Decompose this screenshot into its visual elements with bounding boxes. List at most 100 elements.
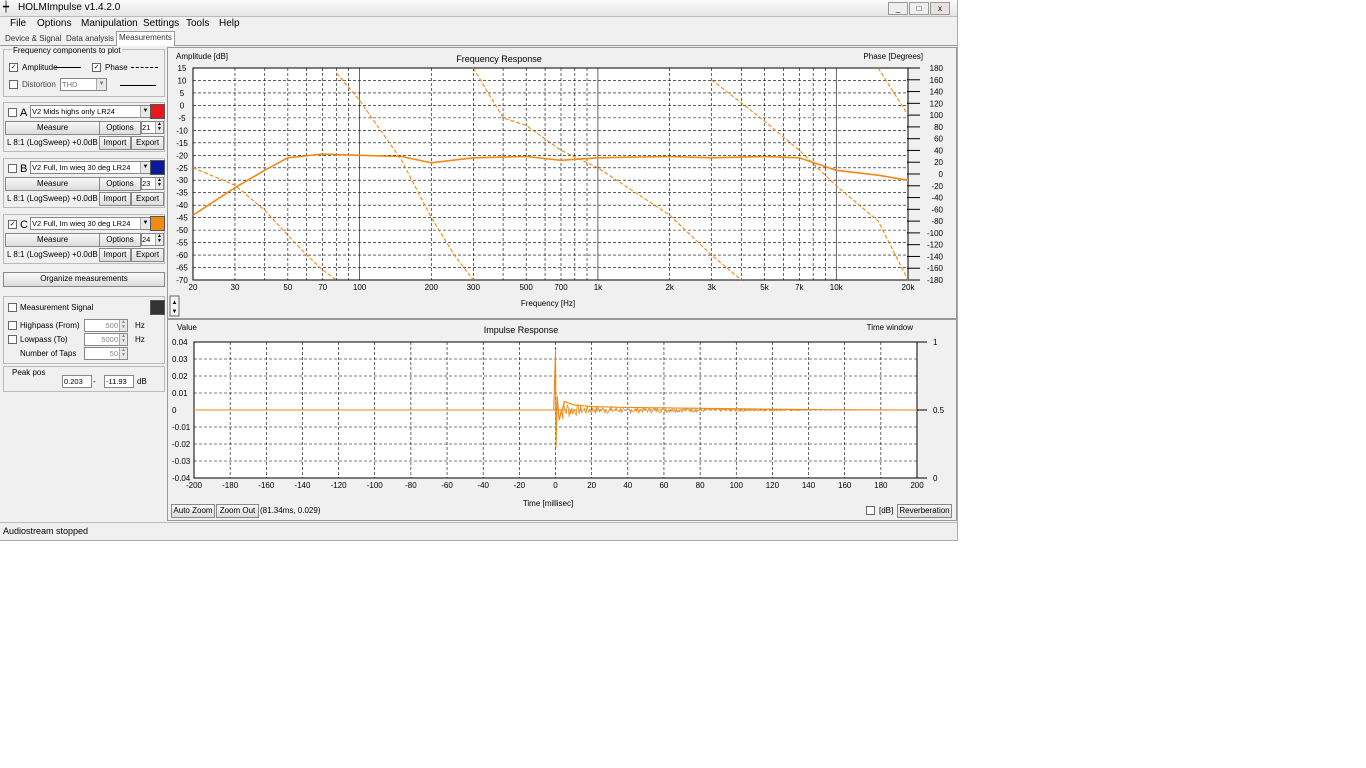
spinner-arrows-icon[interactable]: ▲ ▼ <box>119 348 127 359</box>
impulse-x-tick-label: 120 <box>766 481 780 490</box>
zoom-out-button[interactable]: Zoom Out <box>216 504 259 518</box>
menu-tools[interactable]: Tools <box>186 18 209 29</box>
import-b-button[interactable]: Import <box>99 192 131 206</box>
status-bar: Audiostream stopped <box>0 522 957 541</box>
amplitude-checkbox[interactable]: ✓ <box>9 63 18 72</box>
peak-dash: - <box>93 377 96 386</box>
measurement-c-color-swatch[interactable] <box>150 216 165 231</box>
frequency-components-label: Frequency components to plot <box>12 46 122 55</box>
options-a-button[interactable]: Options <box>99 121 141 135</box>
measurement-b-color-swatch[interactable] <box>150 160 165 175</box>
spinner-arrows-icon[interactable]: ▲ ▼ <box>155 178 163 189</box>
peak-db-field[interactable]: -11.93 <box>104 375 134 388</box>
menu-manipulation[interactable]: Manipulation <box>81 18 138 29</box>
import-c-button[interactable]: Import <box>99 248 131 262</box>
amplitude-tick-label: -30 <box>176 176 188 185</box>
measurement-c-group: ✓ C V2 Full, Im wieq 30 deg LR24 ▼ Measur… <box>3 214 165 264</box>
measure-b-button[interactable]: Measure <box>5 177 100 191</box>
impulse-response-chart[interactable]: -200 -180 -160 -140 -120 -100 -80 -60 -40 -20 0 20 4… <box>168 320 956 520</box>
distortion-checkbox[interactable] <box>9 80 18 89</box>
measurement-b-letter: B <box>20 163 28 175</box>
reverberation-button[interactable]: Reverberation <box>897 504 952 518</box>
measure-c-button[interactable]: Measure <box>5 233 100 247</box>
amplitude-tick-label: -70 <box>176 276 188 285</box>
value-tick-label: -0.04 <box>172 474 191 483</box>
phase-tick-label: -20 <box>931 182 943 191</box>
spinner-arrows-icon[interactable]: ▲ ▼ <box>155 234 163 245</box>
measurement-b-checkbox[interactable] <box>8 164 17 173</box>
menu-options[interactable]: Options <box>37 18 71 29</box>
impulse-x-tick-label: 180 <box>874 481 888 490</box>
frequency-x-tick-label: 70 <box>318 283 327 292</box>
amplitude-tick-label: -45 <box>176 214 188 223</box>
menu-settings[interactable]: Settings <box>143 18 179 29</box>
scroll-up-icon[interactable]: ▲ <box>172 300 178 306</box>
amplitude-line-sample <box>54 67 81 68</box>
menu-file[interactable]: File <box>10 18 26 29</box>
amplitude-tick-label: 10 <box>178 76 187 85</box>
options-b-button[interactable]: Options <box>99 177 141 191</box>
measurement-b-select[interactable]: V2 Full, Im wieq 30 deg LR24 ▼ <box>30 161 151 174</box>
measurement-c-letter: C <box>20 219 28 231</box>
lowpass-input[interactable]: 5000 ▲ ▼ <box>84 333 128 346</box>
scroll-down-icon[interactable]: ▼ <box>172 309 178 315</box>
tab-device-signal[interactable]: Device & Signal <box>3 33 63 45</box>
minimize-button[interactable]: _ <box>888 2 908 15</box>
measurement-c-checkbox[interactable]: ✓ <box>8 220 17 229</box>
impulse-x-tick-label: -140 <box>294 481 311 490</box>
options-c-button[interactable]: Options <box>99 233 141 247</box>
measurement-a-checkbox[interactable] <box>8 108 17 117</box>
phase-tick-label: 140 <box>930 88 944 97</box>
time-window-tick-label: 1 <box>933 338 938 347</box>
export-b-button[interactable]: Export <box>131 192 164 206</box>
measurement-c-select[interactable]: V2 Full, Im wieq 30 deg LR24 ▼ <box>30 217 151 230</box>
phase-tick-label: -120 <box>927 241 944 250</box>
phase-checkbox[interactable]: ✓ <box>92 63 101 72</box>
highpass-input[interactable]: 500 ▲ ▼ <box>84 319 128 332</box>
db-checkbox[interactable] <box>866 506 875 515</box>
close-button[interactable]: x <box>930 2 950 15</box>
time-window-axis-title: Time window <box>867 323 914 332</box>
distortion-value: THD <box>62 80 78 89</box>
distortion-line-sample <box>120 85 156 86</box>
measurement-signal-color-swatch[interactable] <box>150 300 165 315</box>
window-title: HOLMImpulse v1.4.2.0 <box>18 2 121 13</box>
impulse-x-tick-label: 20 <box>587 481 596 490</box>
measurement-signal-checkbox[interactable] <box>8 303 17 312</box>
spinner-arrows-icon[interactable]: ▲ ▼ <box>119 334 127 345</box>
amplitude-tick-label: -55 <box>176 239 188 248</box>
measurement-a-select[interactable]: V2 Mids highs only LR24 ▼ <box>30 105 151 118</box>
spinner-arrows-icon[interactable]: ▲ ▼ <box>119 320 127 331</box>
organize-measurements-button[interactable]: Organize measurements <box>3 272 165 287</box>
maximize-button[interactable]: □ <box>909 2 929 15</box>
lowpass-value: 5000 <box>101 335 118 344</box>
taps-input[interactable]: 50 ▲ ▼ <box>84 347 128 360</box>
import-a-button[interactable]: Import <box>99 136 131 150</box>
measurement-b-info: L 8:1 (LogSweep) +0.0dB <box>7 194 98 203</box>
phase-tick-label: -100 <box>927 229 944 238</box>
frequency-x-tick-label: 30 <box>231 283 240 292</box>
measurement-signal-label: Measurement Signal <box>20 303 94 312</box>
measure-a-button[interactable]: Measure <box>5 121 100 135</box>
value-tick-label: 0.02 <box>172 372 188 381</box>
tab-measurements[interactable]: Measurements <box>116 31 175 46</box>
highpass-checkbox[interactable] <box>8 321 17 330</box>
chevron-down-icon: ▼ <box>96 79 106 90</box>
measurement-c-number[interactable]: 24 ▲ ▼ <box>141 233 164 246</box>
measurement-b-number[interactable]: 23 ▲ ▼ <box>141 177 164 190</box>
menu-help[interactable]: Help <box>219 18 240 29</box>
spinner-arrows-icon[interactable]: ▲ ▼ <box>155 122 163 133</box>
export-a-button[interactable]: Export <box>131 136 164 150</box>
distortion-select[interactable]: THD ▼ <box>60 78 107 91</box>
measurement-a-number[interactable]: 21 ▲ ▼ <box>141 121 164 134</box>
lowpass-checkbox[interactable] <box>8 335 17 344</box>
auto-zoom-button[interactable]: Auto Zoom <box>171 504 215 518</box>
peak-time-field[interactable]: 0.203 <box>62 375 92 388</box>
amplitude-tick-label: -20 <box>176 151 188 160</box>
frequency-response-panel: 20 30 50 70 100 200 300 500 700 1k 2k 3k 5k 7k 10k 20k 1… <box>167 47 957 319</box>
measurement-a-color-swatch[interactable] <box>150 104 165 119</box>
frequency-response-chart[interactable]: 20 30 50 70 100 200 300 500 700 1k 2k 3k 5k 7k 10k 20k1… <box>168 48 956 318</box>
scroll-arrows[interactable]: ▲ ▼ <box>169 295 180 317</box>
export-c-button[interactable]: Export <box>131 248 164 262</box>
tab-data-analysis[interactable]: Data analysis <box>64 33 116 45</box>
